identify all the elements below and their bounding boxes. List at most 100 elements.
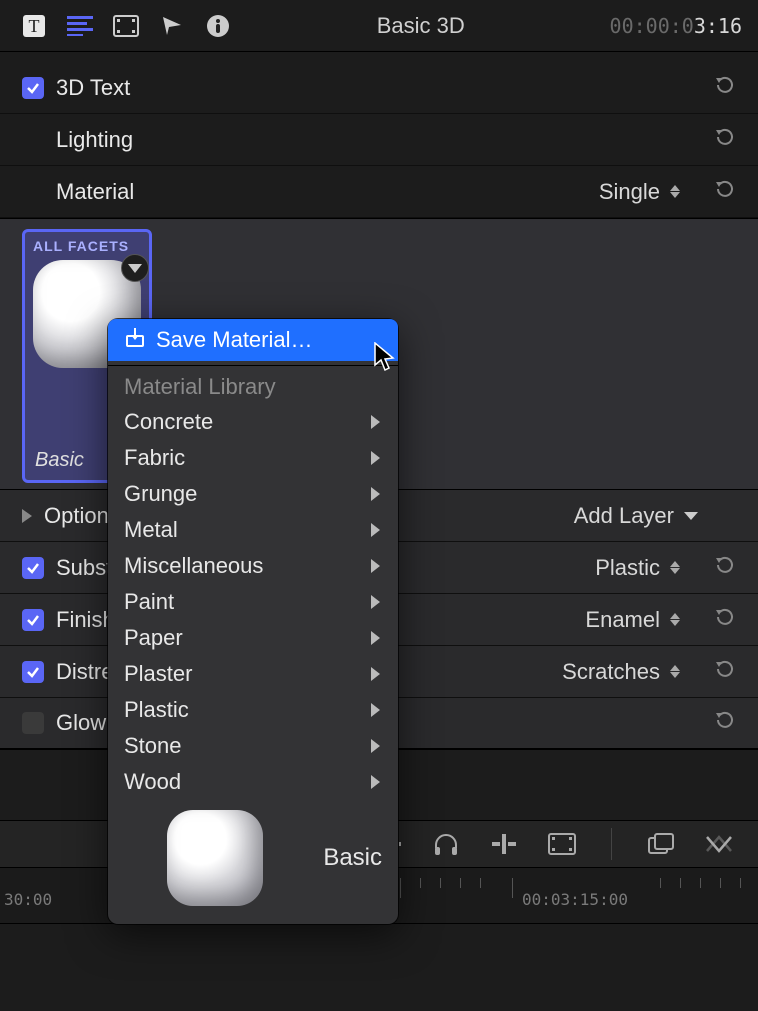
updown-icon — [670, 185, 680, 198]
timeline-tick — [460, 878, 461, 888]
checkbox-distress[interactable] — [22, 661, 44, 683]
menu-item-label: Wood — [124, 769, 181, 795]
reset-finish-icon[interactable] — [714, 606, 736, 634]
filmstrip-icon[interactable] — [547, 829, 577, 859]
chevron-down-icon — [684, 512, 698, 520]
loop-icon[interactable] — [704, 829, 734, 859]
menu-item-plastic[interactable]: Plastic — [108, 692, 398, 728]
timeline-label-right: 00:03:15:00 — [522, 890, 628, 909]
timeline-tick — [700, 878, 701, 888]
substance-value: Plastic — [595, 555, 660, 581]
menu-item-label: Save Material… — [156, 327, 313, 353]
material-popup[interactable]: Single — [599, 179, 680, 205]
reset-material-icon[interactable] — [714, 178, 736, 206]
menu-item-metal[interactable]: Metal — [108, 512, 398, 548]
chevron-down-icon — [128, 264, 142, 273]
material-disclosure-button[interactable] — [121, 254, 149, 282]
timeline-tick — [660, 878, 661, 888]
submenu-arrow-icon — [371, 595, 380, 609]
menu-item-stone[interactable]: Stone — [108, 728, 398, 764]
menu-item-save-material[interactable]: Save Material… — [108, 319, 398, 361]
timeline-tick — [680, 878, 681, 888]
video-tab-icon[interactable] — [112, 12, 140, 40]
checkbox-3d-text[interactable] — [22, 77, 44, 99]
submenu-arrow-icon — [371, 559, 380, 573]
timeline-tick — [720, 878, 721, 888]
menu-item-wood[interactable]: Wood — [108, 764, 398, 800]
row-material: Material Single — [0, 166, 758, 218]
svg-text:T: T — [29, 16, 40, 36]
timeline-tick — [740, 878, 741, 888]
menu-item-label: Miscellaneous — [124, 553, 263, 579]
skimming-icon[interactable] — [489, 829, 519, 859]
distress-popup[interactable]: Scratches — [562, 659, 680, 685]
substance-popup[interactable]: Plastic — [595, 555, 680, 581]
menu-item-concrete[interactable]: Concrete — [108, 404, 398, 440]
reset-substance-icon[interactable] — [714, 554, 736, 582]
submenu-arrow-icon — [371, 451, 380, 465]
menu-item-basic[interactable]: Basic — [108, 800, 398, 910]
windows-icon[interactable] — [646, 829, 676, 859]
add-layer-label: Add Layer — [574, 503, 674, 529]
text-tab-icon[interactable]: T — [20, 12, 48, 40]
label-material: Material — [56, 179, 599, 205]
menu-item-fabric[interactable]: Fabric — [108, 440, 398, 476]
menu-item-label: Plaster — [124, 661, 192, 687]
menu-item-label: Paint — [124, 589, 174, 615]
timeline-tick — [400, 878, 401, 898]
menu-separator — [108, 365, 398, 366]
row-lighting[interactable]: Lighting — [0, 114, 758, 166]
timeline-tick — [420, 878, 421, 888]
basic-label: Basic — [323, 844, 382, 872]
info-tab-icon[interactable] — [204, 12, 232, 40]
reset-distress-icon[interactable] — [714, 658, 736, 686]
timecode-active: 3:16 — [694, 14, 742, 38]
basic-swatch — [167, 810, 263, 906]
menu-section-header: Material Library — [108, 368, 398, 404]
timecode-dim: 00:00:0 — [610, 14, 694, 38]
paragraph-tab-icon[interactable] — [66, 12, 94, 40]
finish-popup[interactable]: Enamel — [585, 607, 680, 633]
menu-item-label: Fabric — [124, 445, 185, 471]
save-icon — [124, 326, 146, 354]
updown-icon — [670, 561, 680, 574]
checkbox-finish[interactable] — [22, 609, 44, 631]
submenu-arrow-icon — [371, 415, 380, 429]
menu-item-label: Concrete — [124, 409, 213, 435]
material-value: Single — [599, 179, 660, 205]
menu-item-grunge[interactable]: Grunge — [108, 476, 398, 512]
menu-item-label: Plastic — [124, 697, 189, 723]
menu-item-plaster[interactable]: Plaster — [108, 656, 398, 692]
menu-item-paper[interactable]: Paper — [108, 620, 398, 656]
row-3d-text: 3D Text — [0, 62, 758, 114]
checkbox-substance[interactable] — [22, 557, 44, 579]
inspector-tabs: T — [20, 12, 232, 40]
label-3d-text: 3D Text — [56, 75, 740, 101]
timecode-display: 00:00:03:16 — [610, 14, 742, 38]
timeline-tick — [512, 878, 513, 898]
menu-item-label: Grunge — [124, 481, 197, 507]
reset-lighting-icon[interactable] — [714, 126, 736, 154]
submenu-arrow-icon — [371, 523, 380, 537]
menu-item-paint[interactable]: Paint — [108, 584, 398, 620]
checkbox-glow[interactable] — [22, 712, 44, 734]
label-lighting: Lighting — [56, 127, 740, 153]
menu-item-miscellaneous[interactable]: Miscellaneous — [108, 548, 398, 584]
headphones-icon[interactable] — [431, 829, 461, 859]
timeline-label-left: 30:00 — [4, 890, 52, 909]
material-name: Basic — [35, 449, 84, 472]
finish-value: Enamel — [585, 607, 660, 633]
timeline-tick — [480, 878, 481, 888]
updown-icon — [670, 665, 680, 678]
add-layer-popup[interactable]: Add Layer — [574, 503, 698, 529]
submenu-arrow-icon — [371, 703, 380, 717]
reset-glow-icon[interactable] — [714, 709, 736, 737]
toolbar-separator — [611, 828, 612, 860]
disclosure-triangle-icon[interactable] — [22, 509, 32, 523]
cursor-icon — [374, 342, 398, 372]
submenu-arrow-icon — [371, 631, 380, 645]
submenu-arrow-icon — [371, 667, 380, 681]
inspector-title: Basic 3D — [232, 13, 610, 39]
reset-3d-text-icon[interactable] — [714, 74, 736, 102]
appearance-tab-icon[interactable] — [158, 12, 186, 40]
